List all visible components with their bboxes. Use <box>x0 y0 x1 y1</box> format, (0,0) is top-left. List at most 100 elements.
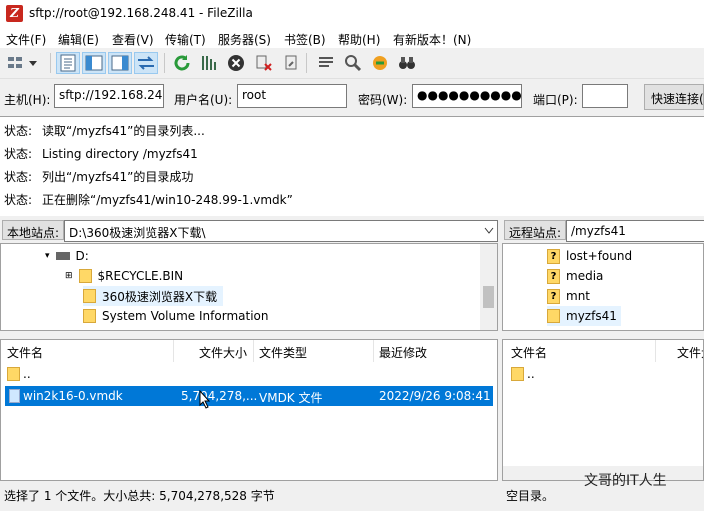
password-input[interactable]: ●●●●●●●●●●● <box>412 84 522 108</box>
log-line: 状态: 列出“/myzfs41”的目录成功 <box>4 170 194 184</box>
refresh-icon <box>174 55 190 71</box>
remote-site-label: 远程站点: <box>504 220 567 240</box>
search-button[interactable] <box>341 52 365 74</box>
list-item[interactable]: .. <box>509 364 699 384</box>
compare-dirs-button[interactable] <box>395 52 419 74</box>
local-path-input[interactable]: D:\360极速浏览器X下载\ <box>64 220 498 242</box>
column-filesize[interactable]: 文件大 <box>677 344 703 361</box>
message-log: 状态: 读取“/myzfs41”的目录列表... 状态: Listing direc… <box>0 116 704 216</box>
local-site-label: 本地站点: <box>2 220 65 240</box>
search-icon <box>345 55 362 72</box>
tree-item-lost-found[interactable]: ? lost+found <box>547 246 632 266</box>
local-tree-scrollbar[interactable] <box>480 244 497 330</box>
remote-site-bar: 远程站点: /myzfs41 <box>502 218 704 242</box>
host-input[interactable]: sftp://192.168.248 <box>54 84 164 108</box>
window-title: sftp://root@192.168.248.41 - FileZilla <box>29 6 253 20</box>
tree-item-mnt[interactable]: ? mnt <box>547 286 590 306</box>
toolbar <box>0 48 704 78</box>
site-manager-button[interactable] <box>4 52 42 74</box>
expand-icon[interactable]: ⊞ <box>65 271 73 281</box>
remote-path-input[interactable]: /myzfs41 <box>566 220 704 242</box>
filezilla-logo-icon: Z <box>6 5 23 22</box>
toggle-local-tree-button[interactable] <box>82 52 106 74</box>
unknown-folder-icon: ? <box>547 248 560 264</box>
reconnect-icon <box>285 55 297 70</box>
column-filesize[interactable]: 文件大小 <box>199 344 247 361</box>
cancel-button[interactable] <box>224 52 248 74</box>
unknown-folder-icon: ? <box>547 268 560 284</box>
directory-filter-button[interactable] <box>314 52 338 74</box>
menu-edit[interactable]: 编辑(E) <box>58 31 99 48</box>
toggle-log-button[interactable] <box>56 52 80 74</box>
sync-browsing-button[interactable] <box>368 52 392 74</box>
port-input[interactable] <box>582 84 628 108</box>
menu-file[interactable]: 文件(F) <box>6 31 46 48</box>
message-log-icon <box>60 54 76 72</box>
table-row[interactable]: win2k16-0.vmdk 5,704,278,... VMDK 文件 202… <box>5 386 493 406</box>
cancel-icon <box>228 55 244 71</box>
quickconnect-button[interactable]: 快速连接( <box>644 84 704 110</box>
disconnect-icon <box>256 55 272 71</box>
password-label: 密码(W): <box>358 93 408 107</box>
folder-icon <box>83 289 96 303</box>
username-input[interactable]: root <box>237 84 347 108</box>
folder-icon <box>511 367 524 381</box>
menu-bookmarks[interactable]: 书签(B) <box>284 31 326 48</box>
folder-icon <box>7 367 20 381</box>
local-status: 选择了 1 个文件。大小总共: 5,704,278,528 字节 <box>4 489 275 503</box>
local-file-list: 文件名 文件大小 文件类型 最近修改 .. win2k16-0.vmdk 5,7… <box>0 339 498 481</box>
scroll-thumb[interactable] <box>483 286 494 308</box>
username-label: 用户名(U): <box>174 93 233 107</box>
folder-icon <box>83 309 96 323</box>
process-queue-icon <box>202 56 216 70</box>
mouse-cursor-icon <box>199 390 211 409</box>
menu-new-version[interactable]: 有新版本！(N) <box>393 31 471 48</box>
refresh-button[interactable] <box>170 52 194 74</box>
column-filename[interactable]: 文件名 <box>511 344 547 361</box>
log-line: 状态: 正在删除“/myzfs41/win10-248.99-1.vmdk” <box>4 193 293 207</box>
host-label: 主机(H): <box>4 93 51 107</box>
file-icon <box>9 389 20 403</box>
local-tree: ▾ D: ⊞ $RECYCLE.BIN 360极速浏览器X下载 System V… <box>0 243 498 331</box>
transfer-queue-icon <box>138 56 154 70</box>
local-site-bar: 本地站点: D:\360极速浏览器X下载\ <box>0 218 498 242</box>
binoculars-icon <box>399 57 415 69</box>
column-filename[interactable]: 文件名 <box>7 344 43 361</box>
tree-item-drive-d[interactable]: ▾ D: <box>45 246 89 266</box>
tree-item-myzfs41[interactable]: myzfs41 <box>547 306 621 326</box>
log-line: 状态: Listing directory /myzfs41 <box>4 147 198 161</box>
toggle-remote-tree-button[interactable] <box>108 52 132 74</box>
port-label: 端口(P): <box>533 93 578 107</box>
list-item[interactable]: .. <box>5 364 493 384</box>
remote-tree-icon <box>111 55 129 71</box>
tree-item-360-download[interactable]: 360极速浏览器X下载 <box>83 286 224 306</box>
menu-help[interactable]: 帮助(H) <box>338 31 380 48</box>
folder-icon <box>78 269 92 283</box>
folder-icon <box>547 309 560 323</box>
collapse-icon[interactable]: ▾ <box>45 251 50 261</box>
drive-icon <box>55 252 70 260</box>
menu-bar: 文件(F) 编辑(E) 查看(V) 传输(T) 服务器(S) 书签(B) 帮助(… <box>0 28 704 48</box>
process-queue-button[interactable] <box>197 52 221 74</box>
column-filetype[interactable]: 文件类型 <box>259 344 307 361</box>
chevron-down-icon[interactable] <box>484 227 494 235</box>
tree-item-recycle-bin[interactable]: ⊞ $RECYCLE.BIN <box>65 266 183 286</box>
local-tree-icon <box>85 55 103 71</box>
remote-tree: ? lost+found ? media ? mnt myzfs41 <box>502 243 704 331</box>
title-bar: Z sftp://root@192.168.248.41 - FileZilla <box>0 0 704 28</box>
tree-item-media[interactable]: ? media <box>547 266 603 286</box>
tree-item-system-volume[interactable]: System Volume Information <box>83 306 268 326</box>
toggle-transfer-queue-button[interactable] <box>134 52 158 74</box>
site-manager-icon <box>8 57 37 68</box>
filter-icon <box>319 57 333 67</box>
menu-server[interactable]: 服务器(S) <box>218 31 271 48</box>
menu-transfer[interactable]: 传输(T) <box>165 31 206 48</box>
disconnect-button[interactable] <box>252 52 276 74</box>
remote-file-list: 文件名 文件大 .. <box>502 339 704 481</box>
unknown-folder-icon: ? <box>547 288 560 304</box>
menu-view[interactable]: 查看(V) <box>112 31 154 48</box>
quickconnect-bar: 主机(H): sftp://192.168.248 用户名(U): root 密… <box>0 78 704 116</box>
column-modified[interactable]: 最近修改 <box>379 344 427 361</box>
log-line: 状态: 读取“/myzfs41”的目录列表... <box>4 124 205 138</box>
reconnect-button[interactable] <box>279 52 303 74</box>
